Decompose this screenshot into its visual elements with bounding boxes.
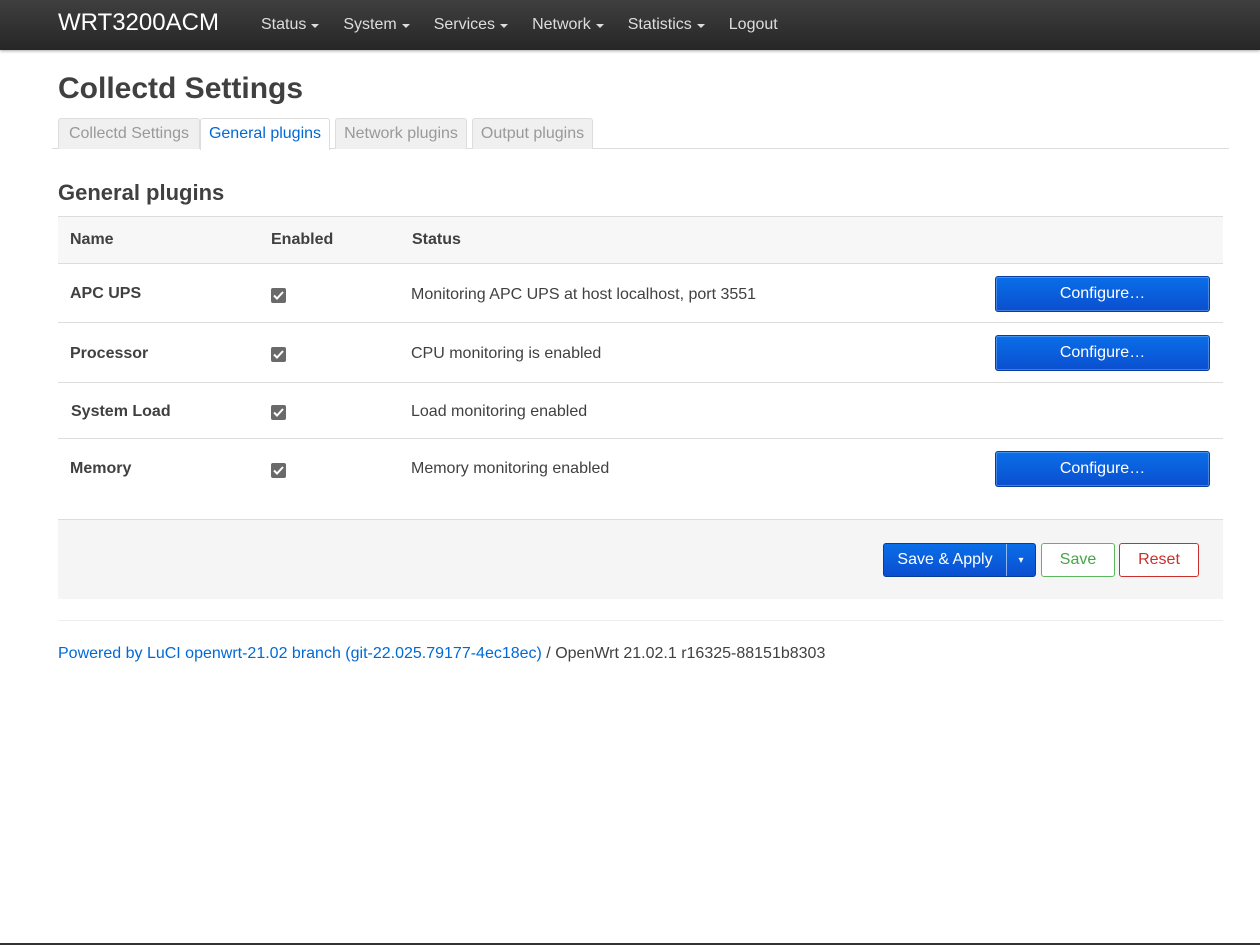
footer-separator: / [541,645,556,662]
plugin-name: APC UPS [70,285,142,302]
section-title: General plugins [58,180,225,205]
save-apply-button[interactable]: Save & Apply [884,544,1006,576]
caret-down-icon [696,24,705,28]
menu-status-label: Status [261,16,307,33]
caret-down-icon [401,24,410,28]
menu-network[interactable]: Network [520,16,616,34]
checkmark-icon [273,408,284,417]
menu-statistics-label: Statistics [627,16,692,33]
table-row: System Load Load monitoring enabled [58,383,1223,439]
plugin-status: Monitoring APC UPS at host localhost, po… [411,286,757,303]
firmware-version: OpenWrt 21.02.1 r16325-88151b8303 [555,645,826,662]
plugin-name: Processor [70,345,149,362]
save-apply-button-group: Save & Apply ▾ [883,543,1036,577]
enabled-checkbox[interactable] [271,288,286,303]
footer: Powered by LuCI openwrt-21.02 branch (gi… [58,645,825,663]
enabled-checkbox[interactable] [271,347,286,362]
table-row: APC UPS Monitoring APC UPS at host local… [58,264,1223,323]
save-button[interactable]: Save [1041,543,1115,577]
plugin-name: System Load [71,403,171,420]
menu-network-label: Network [532,16,591,33]
reset-button[interactable]: Reset [1119,543,1199,577]
tab-bar: Collectd Settings General plugins Networ… [52,118,1229,150]
luci-link[interactable]: Powered by LuCI openwrt-21.02 branch (gi… [58,645,542,662]
menu-system[interactable]: System [331,16,421,34]
checkmark-icon [273,291,284,300]
top-navbar: WRT3200ACM Status System Services Networ… [0,0,1260,50]
footer-divider [58,620,1223,621]
header-status: Status [412,231,461,248]
configure-button[interactable]: Configure… [995,276,1210,312]
tab-collectd-settings[interactable]: Collectd Settings [58,118,200,149]
enabled-checkbox[interactable] [271,405,286,420]
menu-services[interactable]: Services [422,16,520,34]
plugins-table: Name Enabled Status APC UPS Monitoring A… [58,216,1223,519]
header-name: Name [70,231,114,248]
menu-status[interactable]: Status [249,16,331,34]
menu-statistics[interactable]: Statistics [616,16,717,34]
configure-button[interactable]: Configure… [995,451,1210,487]
form-actions: Save & Apply ▾ Save Reset [58,519,1223,599]
menu-system-label: System [343,16,397,33]
tab-output-plugins[interactable]: Output plugins [472,118,593,149]
table-row: Memory Memory monitoring enabled Configu… [58,439,1223,519]
menu-logout[interactable]: Logout [717,16,790,34]
brand-hostname[interactable]: WRT3200ACM [58,9,219,37]
plugin-status: CPU monitoring is enabled [411,345,602,362]
plugin-status: Memory monitoring enabled [411,460,610,477]
menu-services-label: Services [433,16,496,33]
caret-down-icon [500,24,509,28]
plugin-name: Memory [70,460,132,477]
header-enabled: Enabled [271,231,334,248]
table-header: Name Enabled Status [58,216,1223,264]
checkmark-icon [273,350,284,359]
page-title: Collectd Settings [58,72,304,105]
menu-logout-label: Logout [728,16,778,33]
main-menu: Status System Services Network Statistic… [249,0,790,50]
table-row: Processor CPU monitoring is enabled Conf… [58,323,1223,383]
save-apply-dropdown-icon[interactable]: ▾ [1006,544,1035,576]
caret-down-icon [311,24,320,28]
plugin-status: Load monitoring enabled [411,403,588,420]
caret-down-icon [595,24,604,28]
tab-network-plugins[interactable]: Network plugins [335,118,467,149]
enabled-checkbox[interactable] [271,463,286,478]
configure-button[interactable]: Configure… [995,335,1210,371]
tab-general-plugins[interactable]: General plugins [200,118,330,150]
checkmark-icon [273,466,284,475]
